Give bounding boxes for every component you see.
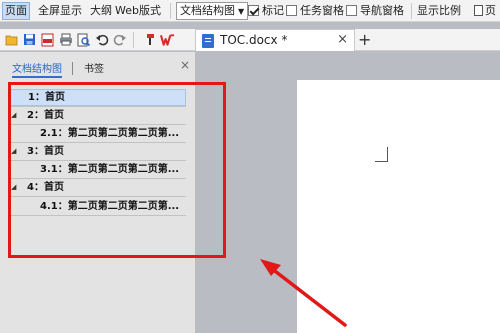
undo-icon[interactable] (94, 32, 109, 47)
outline-item-label: 3：首页 (27, 146, 64, 157)
wps-logo-icon[interactable] (160, 32, 175, 47)
doc-structure-dropdown-value: 文档结构图 (180, 4, 235, 17)
view-page-button[interactable]: 页面 (2, 2, 30, 20)
document-tab[interactable]: TOC.docx * × (195, 29, 355, 51)
zoom-button[interactable]: 显示比例 (417, 2, 461, 20)
task-pane-label: 任务窗格 (300, 4, 344, 17)
markup-checkbox[interactable]: 标记 (248, 2, 284, 20)
word-document-icon (202, 34, 214, 48)
expand-triangle-icon[interactable]: ◢ (11, 179, 16, 196)
view-web-button[interactable]: Web版式 (115, 2, 161, 20)
page-width-label: 页 (485, 4, 496, 17)
tab-document-structure[interactable]: 文档结构图 (12, 60, 62, 78)
outline-item-3-1[interactable]: 3.1：第二页第二页第二页第... (10, 161, 186, 178)
doc-structure-dropdown[interactable]: 文档结构图 ▼ (176, 2, 249, 20)
view-fullscreen-button[interactable]: 全屏显示 (38, 2, 82, 20)
task-pane-checkbox[interactable]: 任务窗格 (286, 2, 344, 20)
page-icon (474, 5, 483, 16)
format-painter-icon[interactable] (140, 32, 155, 47)
print-preview-icon[interactable] (76, 32, 91, 47)
outline-item-4[interactable]: ◢ 4：首页 (10, 179, 186, 196)
outline-item-1[interactable]: 1：首页 (10, 89, 186, 106)
tab-bookmarks[interactable]: 书签 (84, 60, 104, 75)
new-tab-button[interactable]: + (358, 30, 371, 49)
save-icon[interactable] (22, 32, 37, 47)
outline-item-4-1[interactable]: 4.1：第二页第二页第二页第... (10, 198, 186, 215)
outline-item-label: 2.1：第二页第二页第二页第... (40, 128, 180, 139)
tab-divider (72, 62, 73, 75)
outline-item-2[interactable]: ◢ 2：首页 (10, 107, 186, 124)
outline-item-label: 3.1：第二页第二页第二页第... (40, 164, 180, 175)
checkbox-unchecked-icon (346, 5, 357, 16)
row-divider (10, 215, 186, 216)
outline-item-label: 4.1：第二页第二页第二页第... (40, 201, 180, 212)
redo-icon[interactable] (112, 32, 127, 47)
document-canvas[interactable] (197, 52, 500, 333)
toolbar-divider (133, 32, 134, 48)
ribbon-divider (170, 3, 171, 19)
row-divider (10, 196, 186, 197)
view-ribbon: 页面 全屏显示 大纲 Web版式 文档结构图 ▼ 标记 任务窗格 导航窗格 显示比… (0, 0, 500, 22)
nav-pane-label: 导航窗格 (360, 4, 404, 17)
nav-pane-tabs: 文档结构图 书签 × (0, 58, 196, 78)
checkbox-checked-icon (248, 5, 259, 16)
outline-item-2-1[interactable]: 2.1：第二页第二页第二页第... (10, 125, 186, 142)
pdf-export-icon[interactable] (40, 32, 55, 47)
close-pane-icon[interactable]: × (180, 58, 190, 72)
outline-item-3[interactable]: ◢ 3：首页 (10, 143, 186, 160)
document-page[interactable] (297, 80, 500, 333)
view-outline-button[interactable]: 大纲 (90, 2, 112, 20)
chevron-down-icon: ▼ (238, 7, 245, 16)
document-tab-title: TOC.docx * (220, 33, 288, 47)
outline-item-label: 4：首页 (27, 182, 64, 193)
close-tab-icon[interactable]: × (337, 32, 348, 47)
document-structure-pane: 文档结构图 书签 × 1：首页 ◢ 2：首页 2.1：第二页第二页第二页第...… (0, 52, 196, 333)
expand-triangle-icon[interactable]: ◢ (11, 143, 16, 160)
checkbox-unchecked-icon (286, 5, 297, 16)
quick-access-toolbar: TOC.docx * × + (0, 29, 500, 51)
open-folder-icon[interactable] (4, 32, 19, 47)
markup-label: 标记 (262, 4, 284, 17)
print-icon[interactable] (58, 32, 73, 47)
outline-item-label: 1：首页 (28, 92, 65, 103)
nav-pane-checkbox[interactable]: 导航窗格 (346, 2, 404, 20)
expand-triangle-icon[interactable]: ◢ (11, 107, 16, 124)
ribbon-divider (411, 3, 412, 19)
outline-item-label: 2：首页 (27, 110, 64, 121)
page-width-button[interactable]: 页 (474, 2, 496, 20)
